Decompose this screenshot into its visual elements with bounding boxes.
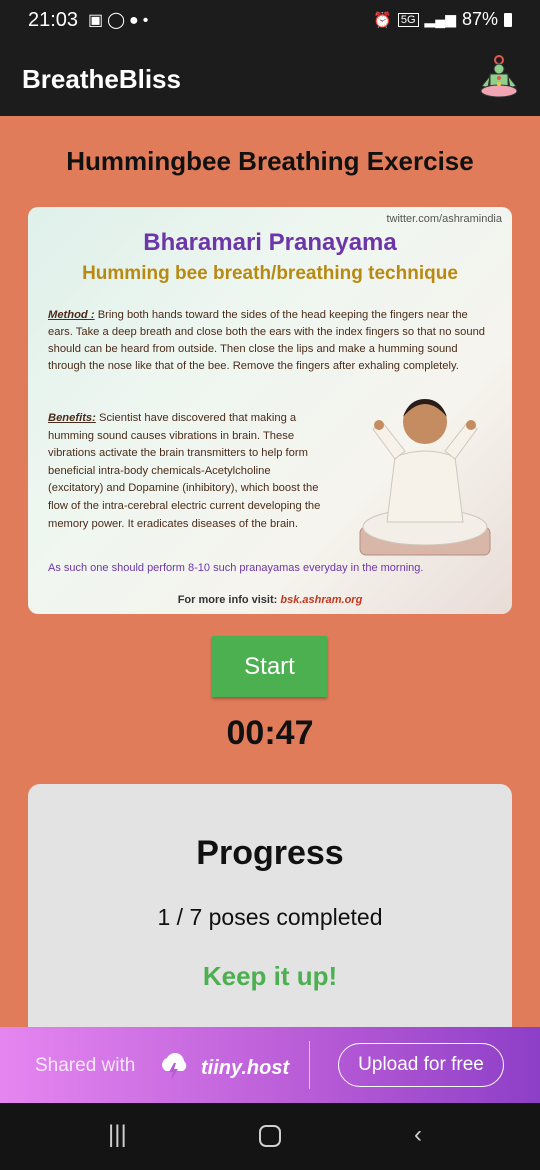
image-subheading: Humming bee breath/breathing technique [82, 263, 458, 284]
progress-count: 1 / 7 poses completed [157, 904, 383, 930]
encouragement-text: Keep it up! [202, 961, 338, 991]
meditation-logo-icon [480, 55, 518, 98]
exercise-image: twitter.com/ashramindia Bharamari Pranay… [28, 207, 512, 614]
gallery-icon: ▣ [88, 12, 108, 29]
method-label: Method : [48, 309, 95, 321]
app-title: BreatheBliss [22, 64, 181, 94]
image-heading: Bharamari Pranayama [143, 229, 397, 256]
system-icons: ⏰ 5G ▂▄▆ 87% [373, 9, 512, 30]
tiiny-host-logo-icon [162, 1053, 187, 1080]
shared-banner: Shared with tiiny.host Upload for free [0, 1027, 540, 1103]
alarm-icon: ⏰ [373, 11, 392, 29]
chat-icon: ● [129, 12, 143, 29]
shared-label: Shared with [35, 1055, 136, 1076]
advice-text: As such one should perform 8-10 such pra… [48, 562, 424, 574]
method-paragraph: Method : Bring both hands toward the sid… [48, 307, 488, 375]
app-bar: BreatheBliss [0, 40, 540, 116]
host-name: tiiny.host [201, 1057, 290, 1079]
home-icon[interactable] [259, 1121, 281, 1154]
start-button[interactable]: Start [212, 636, 327, 697]
navigation-bar: ||| ‹ [0, 1103, 540, 1170]
upload-button[interactable]: Upload for free [338, 1043, 504, 1087]
image-source: twitter.com/ashramindia [386, 213, 502, 225]
status-bar: 21:03 ▣◯●• ⏰ 5G ▂▄▆ 87% [0, 0, 540, 40]
recents-icon[interactable]: ||| [108, 1121, 127, 1149]
benefits-label: Benefits: [48, 412, 96, 424]
more-info-label: For more info visit: [177, 594, 278, 606]
method-text: Bring both hands toward the sides of the… [48, 309, 486, 372]
child-meditating-illustration [359, 399, 491, 556]
signal-icon: ▂▄▆ [424, 11, 456, 27]
whatsapp-icon: ◯ [107, 12, 130, 29]
banner-divider [309, 1041, 310, 1089]
benefits-text: Scientist have discovered that making a … [48, 412, 321, 530]
progress-title: Progress [196, 834, 344, 872]
notification-icons: ▣◯●• [88, 10, 152, 30]
network-type: 5G [397, 12, 419, 27]
battery-icon [504, 12, 512, 27]
benefits-paragraph: Benefits: Scientist have discovered that… [48, 410, 323, 533]
battery-level: 87% [461, 9, 498, 29]
dot-icon: • [142, 12, 153, 29]
progress-card: Progress 1 / 7 poses completed Keep it u… [28, 784, 512, 1044]
timer-display: 00:47 [226, 714, 314, 752]
back-icon[interactable]: ‹ [414, 1121, 422, 1149]
more-info: For more info visit: bsk.ashram.org [28, 594, 512, 606]
status-time: 21:03 [28, 9, 79, 31]
exercise-title: Hummingbee Breathing Exercise [66, 146, 474, 176]
more-info-link: bsk.ashram.org [280, 594, 363, 606]
